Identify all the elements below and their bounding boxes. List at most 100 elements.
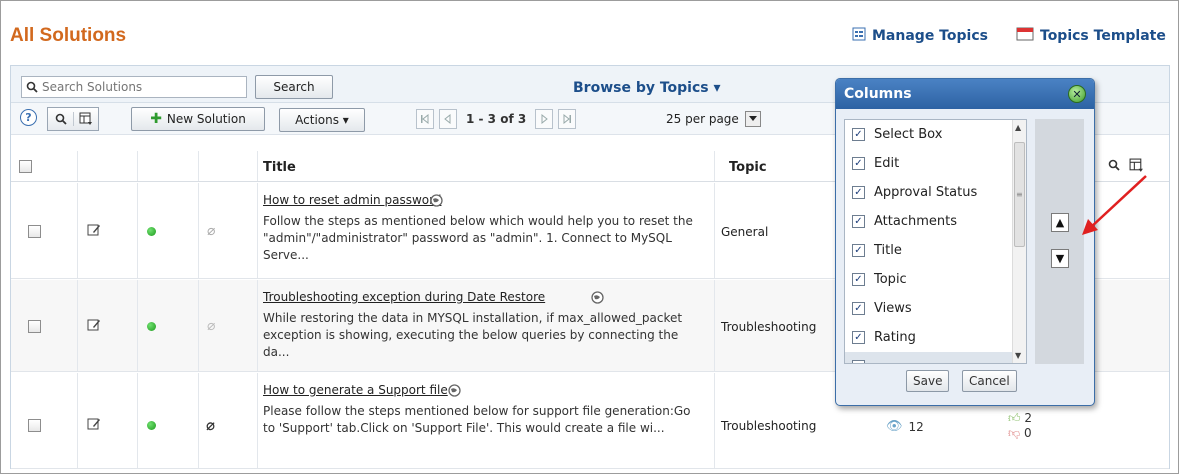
scroll-up-icon[interactable]: ▲ <box>1015 123 1021 132</box>
manage-topics-icon <box>852 27 866 45</box>
solution-title-link[interactable]: Troubleshooting exception during Date Re… <box>263 290 545 304</box>
thumbs-down-icon[interactable]: 👎︎ <box>1008 426 1020 440</box>
next-page-icon[interactable] <box>535 109 554 129</box>
solution-description: Follow the steps as mentioned below whic… <box>263 214 693 262</box>
solution-topic: Troubleshooting <box>721 419 817 433</box>
approved-status-icon <box>147 421 156 430</box>
solution-description: Please follow the steps mentioned below … <box>263 404 691 435</box>
column-option-label: Approval Status <box>874 185 978 200</box>
checkbox-checked[interactable]: ✓ <box>852 331 865 344</box>
new-solution-button[interactable]: ✚ New Solution <box>131 107 265 131</box>
topics-template-icon <box>1016 27 1034 45</box>
table-search-icon[interactable] <box>48 113 73 125</box>
globe-icon <box>591 291 604 308</box>
per-page-label: 25 per page <box>666 112 739 126</box>
edit-icon[interactable] <box>87 417 101 435</box>
plus-icon: ✚ <box>150 111 162 127</box>
thumbs-up-row: 👍︎ 2 <box>1008 411 1032 426</box>
checkbox-checked[interactable]: ✓ <box>852 157 865 170</box>
checkbox-checked[interactable]: ✓ <box>852 273 865 286</box>
views-value: 12 <box>908 419 924 434</box>
edit-icon[interactable] <box>87 223 101 241</box>
column-option-label: Select Box <box>874 127 943 142</box>
dislikes-value: 0 <box>1024 426 1032 440</box>
search-columns-group <box>47 107 99 131</box>
attachment-icon[interactable]: ⌀ <box>206 416 215 434</box>
columns-dialog-title: Columns <box>844 86 912 102</box>
solution-topic: Troubleshooting <box>721 320 817 334</box>
column-option-label: Edit <box>874 156 900 171</box>
search-button[interactable]: Search <box>255 75 333 99</box>
title-column-header[interactable]: Title <box>263 160 296 175</box>
first-page-icon[interactable] <box>416 109 434 129</box>
move-up-button[interactable]: ▲ <box>1051 213 1069 232</box>
per-page-select[interactable]: 25 per page <box>666 111 761 127</box>
column-option-label: Attachments <box>874 214 957 229</box>
cancel-button[interactable]: Cancel <box>962 370 1017 392</box>
topics-template-link[interactable]: Topics Template <box>1016 27 1166 45</box>
annotation-arrow <box>1082 175 1147 235</box>
approved-status-icon <box>147 322 156 331</box>
solution-title-link[interactable]: How to reset admin password <box>263 193 441 207</box>
column-option[interactable]: ✓ Attachments <box>845 207 1026 236</box>
column-option-label: Topic <box>874 272 907 287</box>
scroll-down-icon[interactable]: ▼ <box>1015 351 1021 360</box>
column-option[interactable]: ✓ Rating <box>845 323 1026 352</box>
new-solution-label: New Solution <box>166 112 246 126</box>
help-icon[interactable]: ? <box>20 109 37 126</box>
row-checkbox[interactable] <box>28 225 41 238</box>
chevron-down-icon[interactable] <box>744 111 761 127</box>
checkbox-checked[interactable]: ✓ <box>852 128 865 141</box>
attachment-icon: ⌀ <box>207 223 216 239</box>
globe-icon <box>448 384 461 401</box>
solution-topic: General <box>721 225 769 239</box>
checkbox[interactable] <box>852 360 865 363</box>
checkbox-checked[interactable]: ✓ <box>852 302 865 315</box>
attachment-icon: ⌀ <box>207 318 216 334</box>
prev-page-icon[interactable] <box>439 109 457 129</box>
column-option[interactable]: ✓ Topic <box>845 265 1026 294</box>
close-icon[interactable]: ✕ <box>1068 85 1086 103</box>
column-option-label: Rating <box>874 330 916 345</box>
browse-by-topics-dropdown[interactable]: Browse by Topics ▾ <box>573 80 721 96</box>
reorder-panel: ▲ ▼ <box>1035 119 1084 364</box>
column-option-label: Title <box>874 243 902 258</box>
move-down-button[interactable]: ▼ <box>1051 249 1069 268</box>
checkbox-checked[interactable]: ✓ <box>852 215 865 228</box>
column-chooser-icon[interactable] <box>73 112 98 126</box>
checkbox-checked[interactable]: ✓ <box>852 244 865 257</box>
eye-icon: 👁︎ <box>886 419 903 434</box>
column-option[interactable]: ✓ Select Box <box>845 120 1026 149</box>
topic-column-header[interactable]: Topic <box>729 160 767 175</box>
column-option-label: Views <box>874 301 912 316</box>
actions-dropdown[interactable]: Actions ▾ <box>279 108 365 132</box>
manage-topics-link[interactable]: Manage Topics <box>852 27 988 45</box>
approved-status-icon <box>147 227 156 236</box>
thumbs-up-icon[interactable]: 👍︎ <box>1008 411 1021 425</box>
pagination: 1 - 3 of 3 <box>416 109 577 129</box>
views-count: 👁︎ 12 <box>886 419 924 434</box>
search-input-box[interactable] <box>21 76 247 98</box>
select-all-checkbox[interactable] <box>19 160 32 173</box>
globe-icon <box>430 194 443 211</box>
column-option[interactable]: ✓ Edit <box>845 149 1026 178</box>
column-option[interactable]: ✓ Title <box>845 236 1026 265</box>
window: All Solutions Manage Topics Topics Templ… <box>0 0 1179 474</box>
solution-title-link[interactable]: How to generate a Support file <box>263 383 448 397</box>
last-page-icon[interactable] <box>558 109 577 129</box>
row-checkbox[interactable] <box>28 320 41 333</box>
column-option[interactable]: ✓ Views <box>845 294 1026 323</box>
columns-list: ✓ Select Box ✓ Edit ✓ Approval Status ✓ Atta… <box>844 119 1027 364</box>
search-input[interactable] <box>42 80 232 94</box>
save-button[interactable]: Save <box>906 370 950 392</box>
scrollbar[interactable]: ▲ ≡ ▼ <box>1012 120 1026 363</box>
checkbox-checked[interactable]: ✓ <box>852 186 865 199</box>
row-checkbox[interactable] <box>28 419 41 432</box>
thumbs-down-row: 👎︎ 0 <box>1008 426 1032 441</box>
column-option-partial[interactable] <box>845 352 1026 363</box>
edit-icon[interactable] <box>87 318 101 336</box>
page-title: All Solutions <box>10 25 127 46</box>
column-option[interactable]: ✓ Approval Status <box>845 178 1026 207</box>
pager-text: 1 - 3 of 3 <box>466 112 527 126</box>
columns-dialog-header: Columns ✕ <box>836 79 1094 109</box>
